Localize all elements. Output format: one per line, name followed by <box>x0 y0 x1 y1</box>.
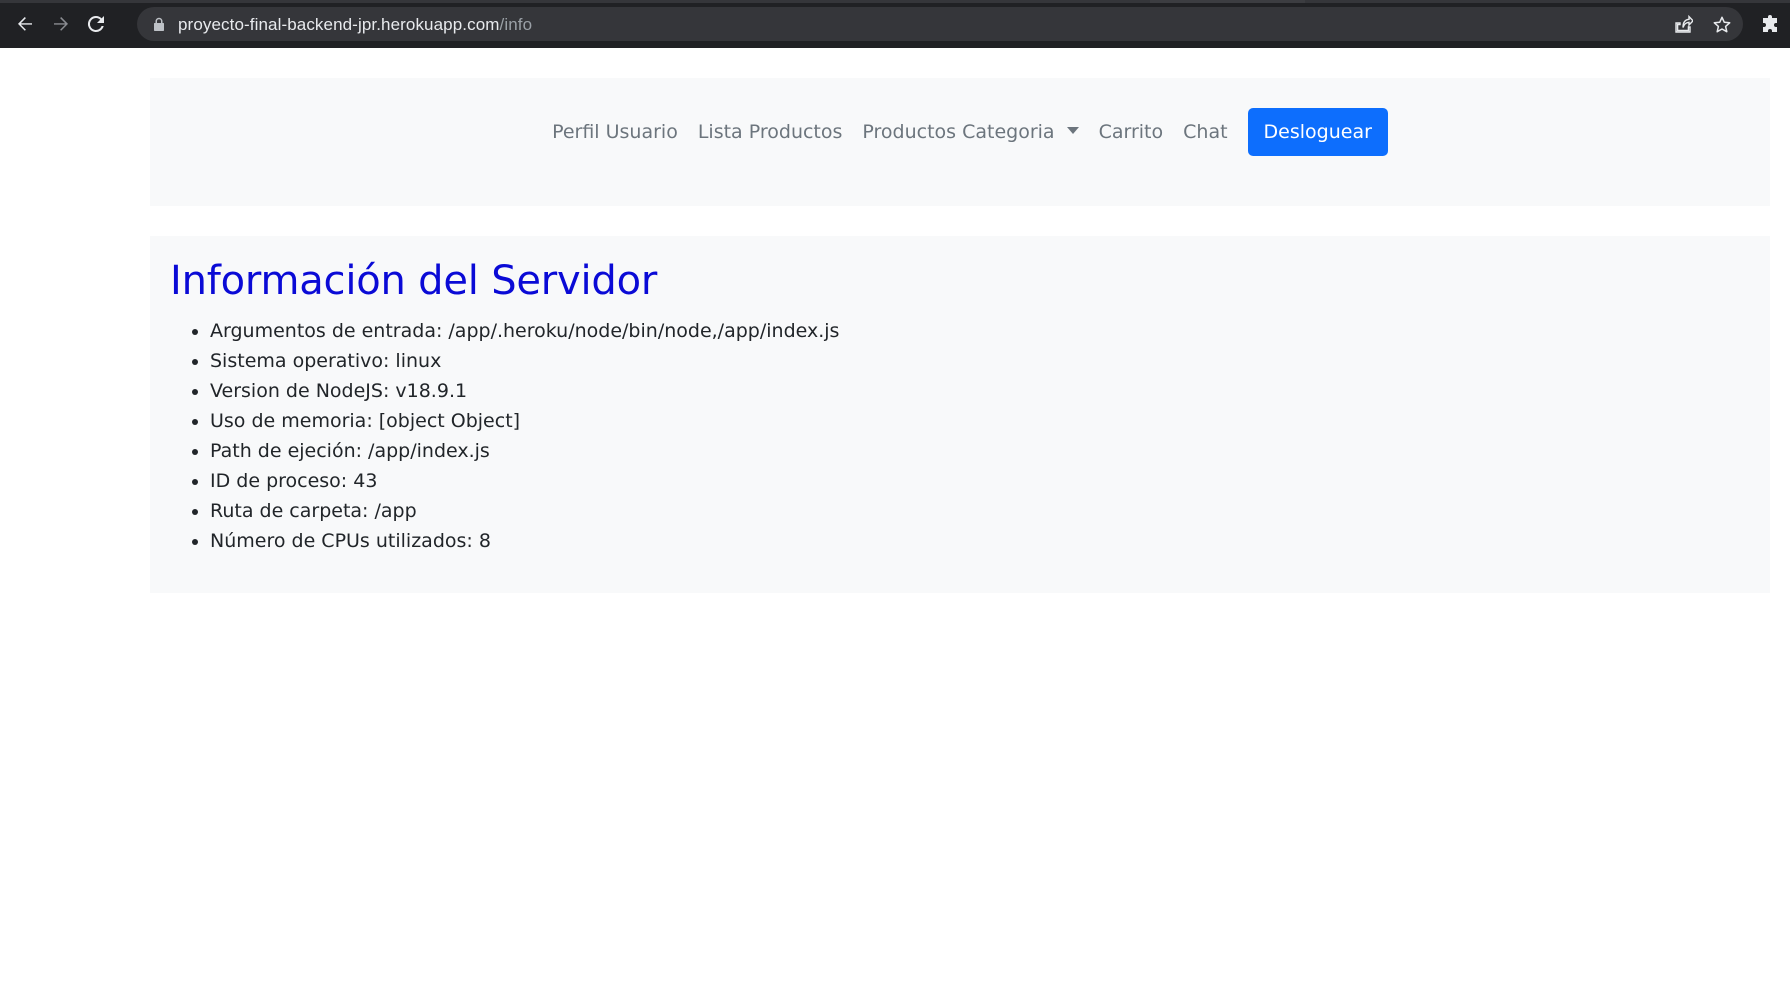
server-info-list: Argumentos de entrada: /app/.heroku/node… <box>210 316 839 556</box>
list-item: Uso de memoria: [object Object] <box>210 406 839 436</box>
url-host: proyecto-final-backend-jpr.herokuapp.com <box>178 15 500 34</box>
list-item: Argumentos de entrada: /app/.heroku/node… <box>210 316 839 346</box>
share-icon[interactable] <box>1673 14 1694 35</box>
caret-down-icon <box>1066 127 1079 134</box>
nav-link-carrito[interactable]: Carrito <box>1099 121 1164 143</box>
nav-dropdown-label: Productos Categoria <box>862 121 1055 143</box>
server-info-card: Información del Servidor Argumentos de e… <box>150 236 1770 593</box>
lock-icon[interactable] <box>151 16 167 32</box>
puzzle-extension-icon[interactable] <box>1760 14 1782 36</box>
list-item: Version de NodeJS: v18.9.1 <box>210 376 839 406</box>
list-item: ID de proceso: 43 <box>210 466 839 496</box>
list-item: Path de ejeción: /app/index.js <box>210 436 839 466</box>
nav-link-chat[interactable]: Chat <box>1183 121 1227 143</box>
nav-link-lista-productos[interactable]: Lista Productos <box>698 121 843 143</box>
nav-dropdown-productos-categoria[interactable]: Productos Categoria <box>862 121 1079 143</box>
back-arrow-icon[interactable] <box>11 10 39 38</box>
page-title: Información del Servidor <box>170 258 658 304</box>
star-icon[interactable] <box>1712 15 1732 35</box>
browser-toolbar: proyecto-final-backend-jpr.herokuapp.com… <box>0 0 1790 48</box>
nav-links: Perfil Usuario Lista Productos Productos… <box>150 108 1770 156</box>
forward-arrow-icon[interactable] <box>47 10 75 38</box>
url-text[interactable]: proyecto-final-backend-jpr.herokuapp.com… <box>178 15 532 35</box>
logout-button[interactable]: Desloguear <box>1247 108 1388 156</box>
tab-strip-edge <box>0 0 1790 3</box>
reload-icon[interactable] <box>82 10 110 38</box>
list-item: Número de CPUs utilizados: 8 <box>210 526 839 556</box>
url-path: /info <box>499 15 533 34</box>
nav-link-perfil-usuario[interactable]: Perfil Usuario <box>552 121 678 143</box>
navbar: Perfil Usuario Lista Productos Productos… <box>150 78 1770 206</box>
address-bar[interactable]: proyecto-final-backend-jpr.herokuapp.com… <box>137 7 1743 41</box>
list-item: Sistema operativo: linux <box>210 346 839 376</box>
list-item: Ruta de carpeta: /app <box>210 496 839 526</box>
